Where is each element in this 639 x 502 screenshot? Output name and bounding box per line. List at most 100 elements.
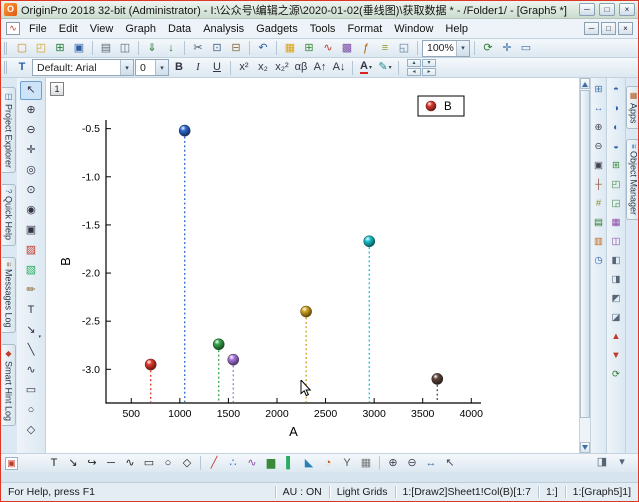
- area-plot-button[interactable]: ◣: [300, 455, 318, 472]
- mini-button-2[interactable]: ▾: [422, 59, 436, 67]
- copy-button[interactable]: ⊡: [208, 40, 226, 57]
- merge-layers-button[interactable]: ▦: [609, 214, 624, 231]
- new-folder-button[interactable]: ▦: [281, 40, 299, 57]
- align-left-button[interactable]: ◧: [609, 252, 624, 269]
- menu-format[interactable]: Format: [341, 21, 388, 37]
- line-plot-button[interactable]: ╱: [205, 455, 223, 472]
- pointer-tool-button[interactable]: ↖: [20, 81, 42, 100]
- mask-tool-button[interactable]: ▨: [20, 241, 42, 260]
- more-tools-button[interactable]: ▾: [613, 454, 631, 471]
- screen-reader-tool-button[interactable]: ◎: [20, 161, 42, 180]
- scatter-plot-button[interactable]: ∴: [224, 455, 242, 472]
- graph-window-icon[interactable]: ∿: [6, 22, 20, 35]
- superscript-button[interactable]: x²: [235, 59, 253, 76]
- line-color-button[interactable]: ✎ ▾: [376, 59, 394, 76]
- draw-data-tool-button[interactable]: ✏: [20, 281, 42, 300]
- scroll-down-button[interactable]: [580, 442, 590, 453]
- zoom-in-plot-button[interactable]: ⊕: [384, 455, 402, 472]
- apply-format-button[interactable]: T: [13, 59, 31, 76]
- close-button[interactable]: ×: [619, 3, 635, 16]
- panel-tab-object-manager[interactable]: ≡ Object Manager: [626, 138, 638, 221]
- text-tool-button[interactable]: T: [20, 301, 42, 320]
- menu-window[interactable]: Window: [388, 21, 439, 37]
- send-back-button[interactable]: ▼: [609, 347, 624, 364]
- open-button[interactable]: ◰: [32, 40, 50, 57]
- rectangle-annotation-button[interactable]: ▭: [140, 455, 158, 472]
- bar-plot-button[interactable]: ▌: [281, 455, 299, 472]
- select-all-plots-tool-button[interactable]: ▣: [20, 221, 42, 240]
- rotate-object-button[interactable]: ⟳: [609, 366, 624, 383]
- whole-page-button[interactable]: ▣: [591, 157, 606, 174]
- polygon-annotation-button[interactable]: ◇: [178, 455, 196, 472]
- toolbar-grip[interactable]: [4, 41, 9, 55]
- add-right-axis-button[interactable]: ◑: [609, 100, 624, 117]
- import-wizard-button[interactable]: ⇓: [143, 40, 161, 57]
- add-datetime-button[interactable]: ◷: [591, 252, 606, 269]
- rescale-plot-button[interactable]: ↔: [422, 455, 440, 472]
- print-button[interactable]: ▤: [97, 40, 115, 57]
- mini-button-3[interactable]: ◂: [407, 68, 421, 76]
- new-project-button[interactable]: ▢: [13, 40, 31, 57]
- menu-help[interactable]: Help: [439, 21, 474, 37]
- text-annotation-button[interactable]: T: [45, 455, 63, 472]
- menu-gadgets[interactable]: Gadgets: [250, 21, 304, 37]
- menu-edit[interactable]: Edit: [53, 21, 84, 37]
- pan-tool-button[interactable]: ✛: [20, 141, 42, 160]
- add-top-axis-button[interactable]: ◓: [609, 81, 624, 98]
- panel-tab-smart-hint-log[interactable]: ◆ Smart Hint Log: [2, 343, 16, 426]
- template-plot-button[interactable]: ▦: [357, 455, 375, 472]
- bold-button[interactable]: B: [170, 59, 188, 76]
- restore-button[interactable]: □: [599, 3, 615, 16]
- toolbar-options-button[interactable]: ◨: [593, 454, 611, 471]
- grid-toggle-button[interactable]: #: [591, 195, 606, 212]
- save-project-button[interactable]: ▣: [70, 40, 88, 57]
- toolbar-grip[interactable]: [4, 61, 9, 74]
- font-size-combo[interactable]: 0 ▾: [135, 59, 169, 76]
- subscript-button[interactable]: x₂: [254, 59, 272, 76]
- axes-dialog-button[interactable]: ┼: [591, 176, 606, 193]
- unmask-tool-button[interactable]: ▧: [20, 261, 42, 280]
- double-y-plot-button[interactable]: Y: [338, 455, 356, 472]
- add-layer-button[interactable]: ⊞: [609, 157, 624, 174]
- pie-plot-button[interactable]: ◔: [319, 455, 337, 472]
- new-function-button[interactable]: ƒ: [357, 40, 375, 57]
- line-symbol-plot-button[interactable]: ∿: [243, 455, 261, 472]
- vertical-scrollbar[interactable]: [579, 78, 591, 453]
- scale-out-tool-button[interactable]: ⊖: [20, 121, 42, 140]
- increase-font-button[interactable]: A↑: [311, 59, 329, 76]
- scale-in-tool-button[interactable]: ⊕: [20, 101, 42, 120]
- scroll-up-button[interactable]: [580, 78, 590, 89]
- mdi-minimize-button[interactable]: ─: [584, 22, 599, 35]
- menu-file[interactable]: File: [23, 21, 53, 37]
- open-excel-button[interactable]: ⊞: [51, 40, 69, 57]
- print-preview-button[interactable]: ◫: [116, 40, 134, 57]
- curved-arrow-button[interactable]: ↪: [83, 455, 101, 472]
- polyline-tool-button[interactable]: ∿: [20, 361, 42, 380]
- add-bottom-axis-button[interactable]: ◒: [609, 138, 624, 155]
- line-tool-button[interactable]: ╲: [20, 341, 42, 360]
- extract-layers-button[interactable]: ◫: [609, 233, 624, 250]
- chevron-down-icon[interactable]: ▾: [456, 40, 469, 56]
- zoom-combo[interactable]: 100% ▾: [422, 39, 470, 57]
- new-graph-button[interactable]: ∿: [319, 40, 337, 57]
- new-layer-button[interactable]: ⊞: [591, 81, 606, 98]
- scrollbar-thumb[interactable]: [580, 90, 590, 418]
- zoom-in-button[interactable]: ⊕: [591, 119, 606, 136]
- italic-button[interactable]: I: [189, 59, 207, 76]
- add-left-axis-button[interactable]: ◐: [609, 119, 624, 136]
- circle-tool-button[interactable]: ○: [20, 401, 42, 420]
- mini-button-4[interactable]: ▸: [422, 68, 436, 76]
- align-top-button[interactable]: ◩: [609, 290, 624, 307]
- decrease-font-button[interactable]: A↓: [330, 59, 348, 76]
- polyline-annotation-button[interactable]: ∿: [121, 455, 139, 472]
- new-workbook-button[interactable]: ⊞: [300, 40, 318, 57]
- underline-button[interactable]: U: [208, 59, 226, 76]
- minimize-button[interactable]: ─: [579, 3, 595, 16]
- align-bottom-button[interactable]: ◪: [609, 309, 624, 326]
- data-reader-tool-button[interactable]: ⊙: [20, 181, 42, 200]
- undo-button[interactable]: ↶: [254, 40, 272, 57]
- font-style-combo[interactable]: Default: Arial ▾: [32, 59, 134, 76]
- menu-tools[interactable]: Tools: [304, 21, 342, 37]
- dock-handle-icon[interactable]: ▣: [5, 456, 18, 470]
- panel-tab-messages-log[interactable]: ≡ Messages Log: [2, 256, 16, 333]
